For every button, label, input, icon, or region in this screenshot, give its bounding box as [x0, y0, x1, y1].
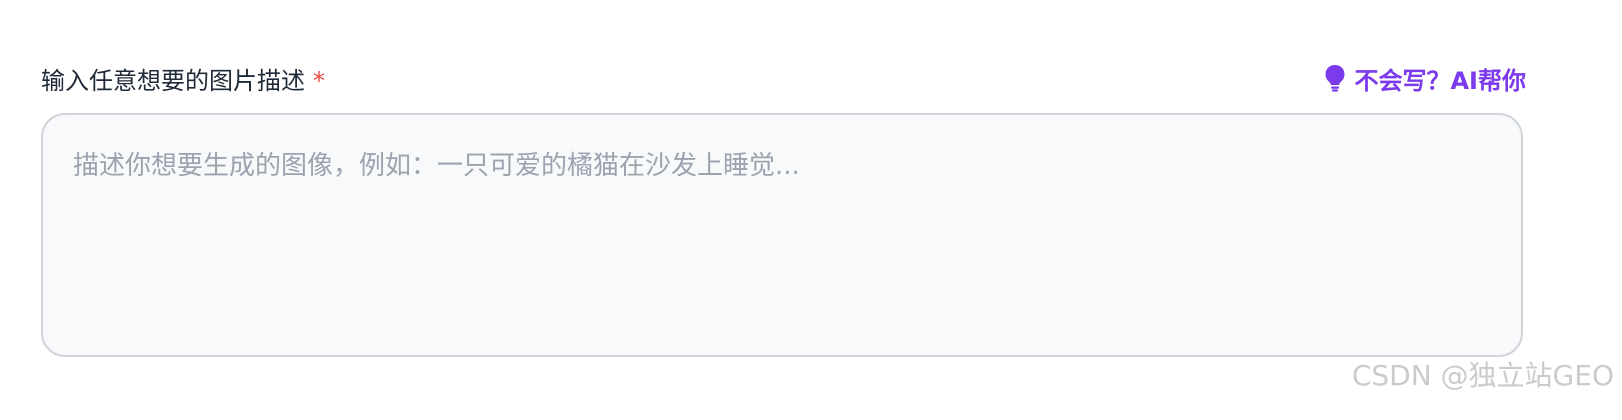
- ai-help-button[interactable]: 不会写？AI帮你: [1324, 61, 1526, 96]
- field-header: 输入任意想要的图片描述 * 不会写？AI帮你: [41, 58, 1526, 98]
- prompt-form: 输入任意想要的图片描述 * 不会写？AI帮你 CSDN @独立站GEO: [0, 0, 1622, 420]
- field-label: 输入任意想要的图片描述 *: [41, 61, 325, 96]
- watermark: CSDN @独立站GEO: [1351, 359, 1614, 392]
- field-label-text: 输入任意想要的图片描述: [41, 66, 305, 95]
- lightbulb-icon: [1324, 64, 1346, 92]
- required-marker: *: [313, 66, 325, 95]
- ai-help-label: 不会写？AI帮你: [1354, 66, 1526, 95]
- prompt-input[interactable]: [41, 113, 1523, 357]
